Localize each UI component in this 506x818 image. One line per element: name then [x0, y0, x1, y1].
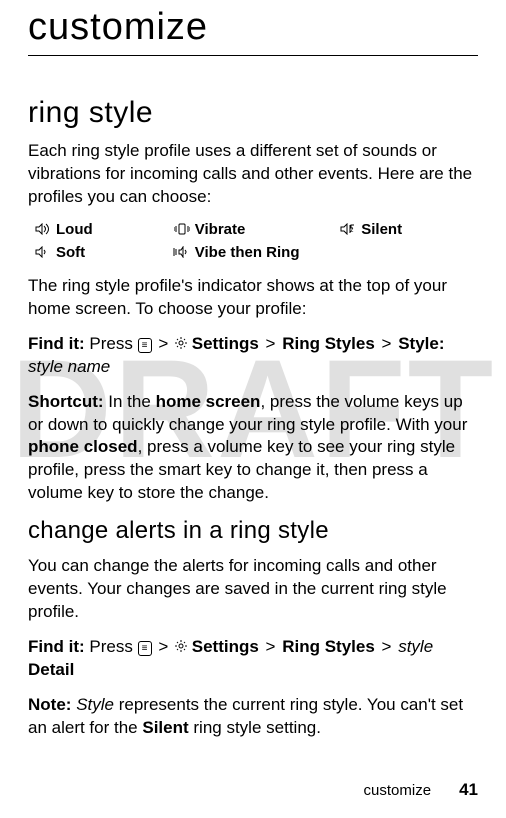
gear-icon: [175, 336, 187, 354]
soft-icon: [34, 245, 52, 259]
nav-style-prefix: Style:: [398, 334, 444, 353]
note-label: Note:: [28, 695, 71, 714]
footer: customize 41: [364, 780, 478, 800]
silent-bold: Silent: [142, 718, 188, 737]
nav-detail: Detail: [28, 660, 74, 679]
svg-text:z: z: [350, 227, 354, 234]
gt-icon: >: [382, 334, 392, 353]
find-it-1: Find it: Press ≡ > Settings > Ring Style…: [28, 333, 478, 379]
section-change-alerts-heading: change alerts in a ring style: [28, 517, 478, 545]
ring-style-after-table: The ring style profile's indicator shows…: [28, 275, 478, 321]
vibrate-icon: [173, 222, 191, 236]
menu-key-icon: ≡: [138, 641, 152, 656]
gt-icon: >: [266, 637, 276, 656]
nav-ring-styles: Ring Styles: [282, 637, 375, 656]
vibe-ring-icon: [173, 245, 191, 259]
gt-icon: >: [266, 334, 276, 353]
loud-icon: [34, 222, 52, 236]
gt-icon: >: [158, 637, 168, 656]
phone-closed-bold: phone closed: [28, 437, 138, 456]
nav-style-ital: style: [398, 637, 433, 656]
nav-settings: Settings: [192, 334, 259, 353]
silent-icon: z: [339, 222, 357, 236]
style-label: Soft: [56, 244, 85, 261]
ring-style-intro: Each ring style profile uses a different…: [28, 140, 478, 209]
note-style-ital: Style: [76, 695, 114, 714]
press-text: Press: [89, 637, 132, 656]
style-vibe-then-ring: Vibe then Ring: [173, 244, 340, 261]
page-content: customize ring style Each ring style pro…: [0, 0, 506, 740]
gear-icon: [175, 639, 187, 657]
page-number: 41: [459, 780, 478, 800]
style-silent: z Silent: [339, 221, 478, 238]
nav-style-name: style name: [28, 357, 110, 376]
find-it-label: Find it:: [28, 334, 85, 353]
style-loud: Loud: [34, 221, 173, 238]
gt-icon: >: [382, 637, 392, 656]
section-ring-style-heading: ring style: [28, 96, 478, 130]
menu-key-icon: ≡: [138, 338, 152, 353]
find-it-2: Find it: Press ≡ > Settings > Ring Style…: [28, 636, 478, 682]
style-label: Silent: [361, 221, 402, 238]
text: In the: [108, 392, 151, 411]
note-paragraph: Note: Style represents the current ring …: [28, 694, 478, 740]
ring-styles-table: Loud Vibrate z Silent Soft Vibe then Rin…: [34, 221, 478, 261]
find-it-label: Find it:: [28, 637, 85, 656]
home-screen-bold: home screen: [156, 392, 261, 411]
footer-label: customize: [364, 782, 432, 799]
style-label: Vibrate: [195, 221, 246, 238]
shortcut-paragraph: Shortcut: In the home screen, press the …: [28, 391, 478, 506]
style-label: Loud: [56, 221, 93, 238]
gt-icon: >: [158, 334, 168, 353]
style-label: Vibe then Ring: [195, 244, 300, 261]
shortcut-label: Shortcut:: [28, 392, 104, 411]
nav-settings: Settings: [192, 637, 259, 656]
press-text: Press: [89, 334, 132, 353]
change-alerts-intro: You can change the alerts for incoming c…: [28, 555, 478, 624]
style-vibrate: Vibrate: [173, 221, 340, 238]
page-title: customize: [28, 0, 478, 56]
text: ring style setting.: [193, 718, 321, 737]
nav-ring-styles: Ring Styles: [282, 334, 375, 353]
style-soft: Soft: [34, 244, 173, 261]
